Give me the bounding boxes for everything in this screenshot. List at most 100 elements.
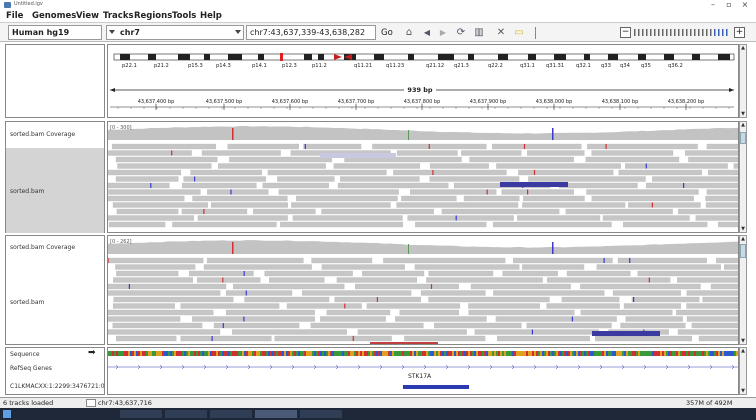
sequence-base xyxy=(674,351,676,356)
minimize-button[interactable]: – xyxy=(706,0,720,10)
coverage-track-label[interactable]: sorted.bam Coverage xyxy=(10,131,75,138)
alignment-track-label[interactable]: sorted.bam xyxy=(10,299,44,306)
coverage-track-label[interactable]: sorted.bam Coverage xyxy=(10,244,75,251)
start-icon[interactable] xyxy=(3,410,11,418)
refseq-track-label[interactable]: RefSeq Genes xyxy=(10,365,52,372)
sequence-base xyxy=(556,351,558,356)
sequence-base xyxy=(616,351,618,356)
sequence-base xyxy=(232,351,234,356)
sequence-base xyxy=(194,351,196,356)
sequence-base xyxy=(624,351,626,356)
zoom-tick xyxy=(650,29,652,36)
go-button[interactable]: Go xyxy=(381,26,393,40)
strand-arrow-icon[interactable]: ➡ xyxy=(88,348,96,358)
read xyxy=(461,150,522,156)
home-icon[interactable]: ⌂ xyxy=(402,26,416,40)
read-mismatch xyxy=(648,277,650,283)
forward-icon[interactable]: ▶ xyxy=(436,26,450,40)
cytoband xyxy=(204,54,210,60)
cytoband-label: q36.2 xyxy=(668,63,683,69)
sequence-base xyxy=(342,351,344,356)
taskbar-item[interactable] xyxy=(165,410,207,418)
sequence-base xyxy=(684,351,686,356)
scroll-up-icon[interactable]: ▲ xyxy=(740,236,746,242)
chromosome-dropdown[interactable]: chr7 xyxy=(106,25,244,40)
menu-help[interactable]: Help xyxy=(200,10,222,22)
read xyxy=(108,189,201,195)
alignment-track-label[interactable]: sorted.bam xyxy=(10,188,44,195)
taskbar-item-active[interactable] xyxy=(255,410,297,418)
maximize-button[interactable]: ▫ xyxy=(722,0,736,10)
sequence-base xyxy=(686,351,688,356)
sequence-base xyxy=(696,351,698,356)
menu-regions[interactable]: Regions xyxy=(134,10,172,22)
cytoband-label: q31.31 xyxy=(546,63,564,69)
read xyxy=(113,296,234,303)
sequence-base xyxy=(524,351,526,356)
scroll-up-icon[interactable]: ▲ xyxy=(740,348,746,354)
read xyxy=(225,290,293,296)
zoom-slider-ticks xyxy=(634,29,728,36)
read xyxy=(469,156,574,163)
taskbar-item[interactable] xyxy=(300,410,342,418)
sequence-base xyxy=(344,351,346,356)
feature-scrollbar[interactable]: ▲ ▼ xyxy=(739,347,747,395)
menu-tracks[interactable]: Tracks xyxy=(103,10,134,22)
sequence-base xyxy=(320,351,322,356)
taskbar-item[interactable] xyxy=(210,410,252,418)
scroll-down-icon[interactable]: ▼ xyxy=(740,111,746,117)
highlighted-read xyxy=(592,331,660,336)
read xyxy=(401,195,457,202)
read xyxy=(116,270,179,277)
sequence-base xyxy=(518,351,520,356)
genome-dropdown[interactable]: Human hg19 xyxy=(8,25,102,40)
read xyxy=(468,309,575,316)
menu-view[interactable]: View xyxy=(76,10,99,22)
sequence-base xyxy=(392,351,394,356)
zoom-slider[interactable] xyxy=(634,29,732,36)
menu-tools[interactable]: Tools xyxy=(172,10,196,22)
back-icon[interactable]: ◀ xyxy=(420,26,434,40)
cytoband-label: q35 xyxy=(641,63,651,69)
cytoband xyxy=(408,54,414,60)
read-name-track-label[interactable]: C1LKMACXX:1:2299:3476721:0 xyxy=(10,383,105,390)
read xyxy=(404,335,486,342)
sequence-base xyxy=(280,351,282,356)
popup-info-icon[interactable]: ▭ xyxy=(512,26,526,40)
close-button[interactable]: × xyxy=(738,0,752,10)
sequence-track-label[interactable]: Sequence xyxy=(10,351,40,358)
scroll-down-icon[interactable]: ▼ xyxy=(740,226,746,232)
refresh-icon[interactable]: ⟳ xyxy=(454,26,468,40)
locus-input[interactable]: chr7:43,637,339-43,638,282 xyxy=(246,25,376,40)
scroll-down-icon[interactable]: ▼ xyxy=(740,388,746,394)
sequence-base xyxy=(286,351,288,356)
read-mismatch xyxy=(243,271,245,276)
scroll-thumb[interactable] xyxy=(740,132,746,144)
read xyxy=(311,257,373,264)
sequence-base xyxy=(646,351,648,356)
menu-file[interactable]: File xyxy=(6,10,23,22)
scroll-up-icon[interactable]: ▲ xyxy=(740,45,746,51)
scroll-down-icon[interactable]: ▼ xyxy=(740,338,746,344)
read-mismatch xyxy=(344,303,346,309)
sequence-base xyxy=(530,351,532,356)
menu-genomes[interactable]: Genomes xyxy=(32,10,76,22)
panel1-scrollbar[interactable]: ▲ ▼ xyxy=(739,121,747,233)
read xyxy=(468,303,540,309)
panel2-scrollbar[interactable]: ▲ ▼ xyxy=(739,235,747,345)
read xyxy=(183,176,267,182)
sequence-base xyxy=(348,351,350,356)
header-scrollbar[interactable]: ▲ ▼ xyxy=(739,44,747,118)
resize-icon[interactable]: ✕ xyxy=(494,26,508,40)
status-bar: 6 tracks loaded chr7:43,637,716 357M of … xyxy=(0,397,756,408)
sequence-base xyxy=(364,351,366,356)
zoom-out-button[interactable]: − xyxy=(620,27,631,38)
sequence-base xyxy=(436,351,438,356)
zoom-in-button[interactable]: + xyxy=(734,27,745,38)
scroll-up-icon[interactable]: ▲ xyxy=(740,122,746,128)
sequence-base xyxy=(218,351,220,356)
taskbar-item[interactable] xyxy=(120,410,162,418)
roi-icon[interactable]: ▥ xyxy=(472,26,486,40)
sequence-base xyxy=(338,351,340,356)
scroll-thumb[interactable] xyxy=(740,244,746,258)
